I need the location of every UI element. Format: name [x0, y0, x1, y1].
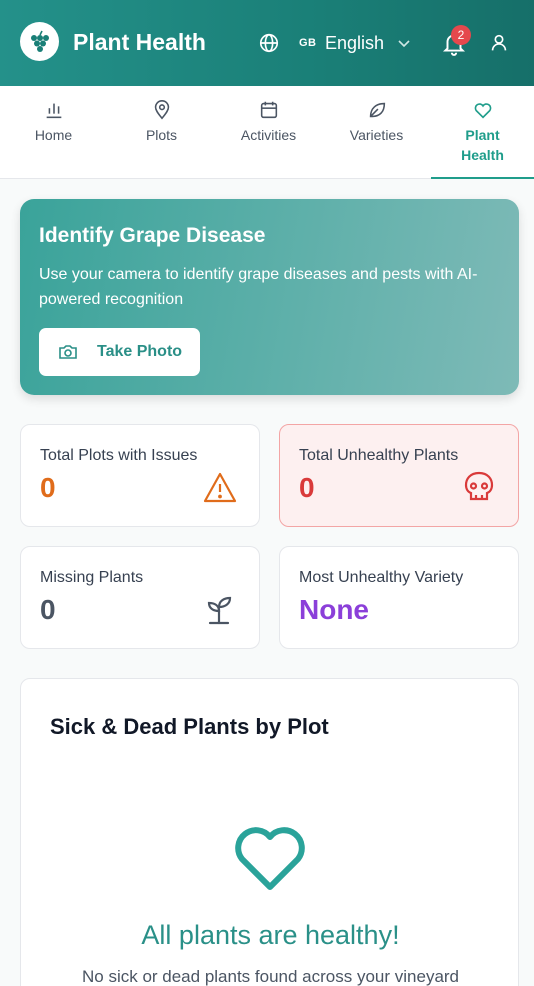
empty-state-title: All plants are healthy! — [141, 920, 400, 950]
stat-value: 0 — [299, 472, 315, 503]
tab-label: Activities — [240, 127, 297, 143]
user-icon[interactable] — [488, 32, 510, 54]
tab-label: Plant Health — [461, 127, 504, 163]
take-photo-label: Take Photo — [97, 343, 183, 360]
app-title: Plant Health — [73, 29, 206, 55]
language-selector[interactable]: English — [325, 33, 384, 54]
heart-icon — [235, 827, 305, 890]
calendar-icon — [260, 101, 277, 119]
heart-icon — [474, 103, 491, 119]
tab-bar: Home Plots Activities Varieties Plant He… — [0, 86, 534, 179]
tab-varieties[interactable]: Varieties — [323, 86, 430, 179]
tab-label: Home — [34, 127, 73, 143]
tab-label: Plots — [145, 127, 178, 143]
sprout-icon — [207, 596, 232, 625]
most-unhealthy-variety-card: Most Unhealthy Variety None — [279, 546, 519, 649]
stat-value: 0 — [40, 594, 56, 625]
plots-with-issues-card: Total Plots with Issues 0 — [20, 424, 260, 527]
map-pin-icon — [154, 100, 169, 120]
stat-label: Missing Plants — [40, 569, 144, 586]
unhealthy-plants-card: Total Unhealthy Plants 0 — [279, 424, 519, 527]
sick-dead-plants-card: Sick & Dead Plants by Plot All plants ar… — [20, 678, 519, 986]
empty-state-subtitle: No sick or dead plants found across your… — [81, 967, 460, 986]
identify-disease-card: Identify Grape Disease Use your camera t… — [20, 199, 519, 395]
bar-chart-icon — [46, 103, 61, 119]
app-header: Plant Health GB English 2 — [0, 0, 534, 86]
leaf-icon — [369, 102, 385, 118]
globe-icon[interactable] — [258, 32, 280, 54]
section-title: Sick & Dead Plants by Plot — [50, 714, 329, 739]
stat-label: Total Plots with Issues — [40, 447, 198, 464]
warning-icon — [203, 472, 237, 503]
stat-value: None — [299, 594, 369, 625]
notification-badge: 2 — [451, 25, 471, 45]
skull-icon — [464, 471, 494, 501]
camera-icon — [59, 345, 77, 359]
hero-description: Use your camera to identify grape diseas… — [39, 266, 478, 308]
chevron-down-icon[interactable] — [396, 35, 412, 51]
stat-label: Total Unhealthy Plants — [299, 447, 459, 464]
tab-plots[interactable]: Plots — [108, 86, 215, 179]
tab-home[interactable]: Home — [0, 86, 107, 179]
tab-activities[interactable]: Activities — [215, 86, 322, 179]
stat-value: 0 — [40, 472, 56, 503]
take-photo-button[interactable]: Take Photo — [39, 328, 200, 376]
stat-label: Most Unhealthy Variety — [299, 569, 464, 586]
tab-plant-health[interactable]: Plant Health — [431, 86, 534, 179]
hero-title: Identify Grape Disease — [39, 224, 266, 247]
grape-icon[interactable] — [20, 22, 59, 61]
tab-label: Varieties — [349, 127, 404, 143]
missing-plants-card: Missing Plants 0 — [20, 546, 260, 649]
language-flag[interactable]: GB — [299, 37, 317, 49]
